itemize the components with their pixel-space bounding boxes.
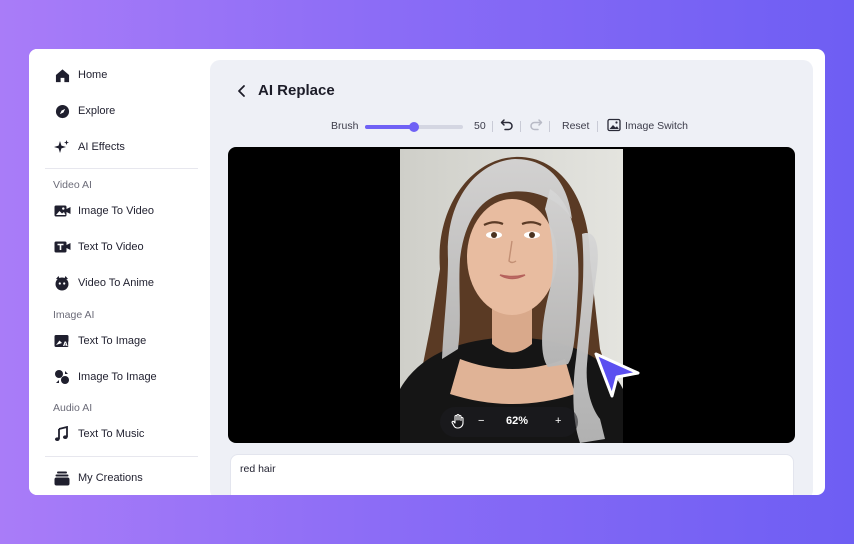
sidebar-divider	[45, 168, 198, 169]
brush-size-slider[interactable]	[365, 122, 463, 132]
cursor-arrow-icon	[594, 352, 640, 398]
sidebar-item-label: AI Effects	[78, 141, 125, 153]
slider-thumb[interactable]	[409, 122, 419, 132]
sidebar: Home Explore AI Effects Video AI Image T…	[29, 49, 210, 495]
main-panel: AI Replace Brush 50 Reset Image Switch −…	[210, 60, 813, 495]
sidebar-item-image-to-video[interactable]: Image To Video	[53, 201, 154, 221]
home-icon	[53, 66, 71, 84]
portrait-photo[interactable]	[400, 149, 623, 443]
anime-icon	[53, 274, 71, 292]
toolbar-separator	[520, 121, 521, 132]
text-video-icon	[53, 238, 71, 256]
sidebar-item-ai-effects[interactable]: AI Effects	[53, 137, 125, 157]
undo-button[interactable]	[500, 118, 514, 135]
section-label-video-ai: Video AI	[53, 179, 92, 191]
sidebar-item-text-to-image[interactable]: AI Text To Image	[53, 331, 146, 351]
sidebar-item-home[interactable]: Home	[53, 65, 107, 85]
brush-label: Brush	[331, 120, 359, 132]
prompt-value: red hair	[240, 463, 276, 475]
compass-icon	[53, 102, 71, 120]
zoom-level: 62%	[505, 415, 529, 427]
image-image-icon	[53, 368, 71, 386]
brush-value: 50	[474, 120, 486, 132]
svg-text:AI: AI	[63, 341, 70, 348]
sidebar-item-image-to-image[interactable]: Image To Image	[53, 367, 157, 387]
editing-canvas[interactable]: − 62% +	[228, 147, 795, 443]
sidebar-item-text-to-music[interactable]: Text To Music	[53, 424, 144, 444]
sidebar-item-label: Home	[78, 69, 108, 81]
creations-icon	[53, 469, 71, 487]
redo-button[interactable]	[529, 118, 543, 135]
sidebar-divider	[45, 456, 198, 457]
text-image-icon: AI	[53, 332, 71, 350]
sidebar-item-label: Explore	[78, 105, 116, 117]
toolbar-separator	[549, 121, 550, 132]
zoom-in-button[interactable]: +	[555, 415, 561, 427]
prompt-input[interactable]: red hair	[230, 454, 794, 495]
image-video-icon	[53, 202, 71, 220]
sidebar-item-text-to-video[interactable]: Text To Video	[53, 237, 144, 257]
toolbar-separator	[597, 121, 598, 132]
sidebar-item-my-creations[interactable]: My Creations	[53, 468, 143, 488]
music-icon	[53, 425, 71, 443]
sidebar-item-explore[interactable]: Explore	[53, 101, 115, 121]
sidebar-item-label: Text To Image	[78, 335, 147, 347]
sidebar-item-label: Image To Video	[78, 205, 155, 217]
sidebar-item-label: Video To Anime	[78, 277, 155, 289]
page-title: AI Replace	[258, 82, 335, 99]
zoom-out-button[interactable]: −	[478, 415, 484, 427]
toolbar: Brush 50 Reset Image Switch	[210, 118, 813, 134]
redo-icon	[530, 119, 543, 131]
image-icon	[607, 118, 621, 135]
hand-icon	[451, 413, 464, 429]
sidebar-item-label: Text To Video	[78, 241, 144, 253]
sparkle-icon	[53, 138, 71, 156]
section-label-audio-ai: Audio AI	[53, 402, 93, 414]
sidebar-item-video-to-anime[interactable]: Video To Anime	[53, 273, 154, 293]
slider-fill	[365, 125, 414, 129]
chevron-left-icon	[238, 85, 245, 97]
image-switch-button[interactable]: Image Switch	[625, 120, 688, 132]
sidebar-item-label: Text To Music	[78, 428, 145, 440]
sidebar-item-label: Image To Image	[78, 371, 157, 383]
section-label-image-ai: Image AI	[53, 309, 95, 321]
app-window: Home Explore AI Effects Video AI Image T…	[29, 49, 825, 495]
undo-icon	[500, 119, 513, 131]
back-button[interactable]	[234, 83, 250, 99]
toolbar-separator	[492, 121, 493, 132]
zoom-controls: − 62% +	[440, 407, 578, 437]
sidebar-item-label: My Creations	[78, 472, 143, 484]
pan-hand-button[interactable]	[451, 413, 465, 432]
reset-button[interactable]: Reset	[562, 120, 589, 132]
